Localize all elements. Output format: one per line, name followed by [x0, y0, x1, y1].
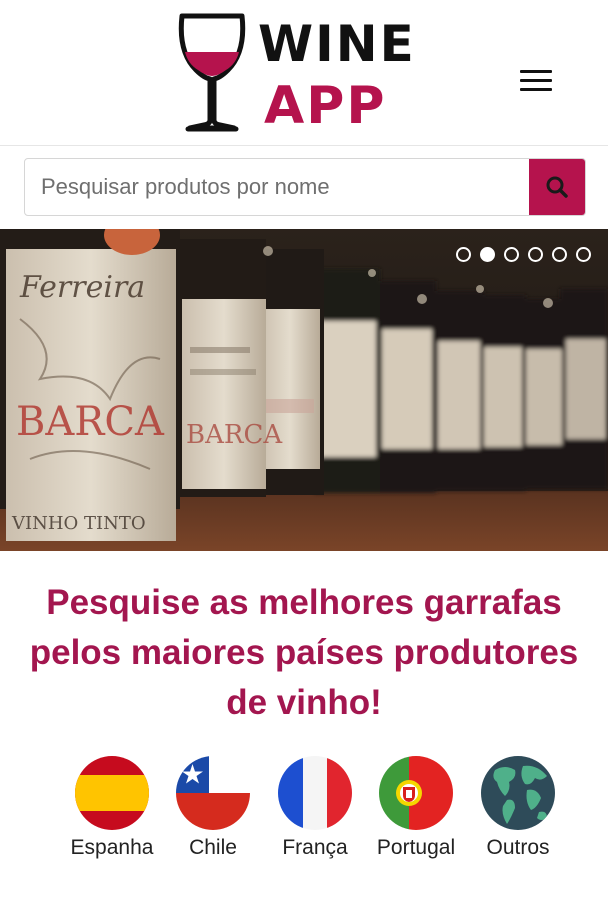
country-list: Espanha Chile França Portugal Outros [0, 756, 608, 866]
search-input[interactable] [25, 159, 530, 215]
country-item-outros[interactable]: Outros [469, 756, 567, 866]
hero-carousel[interactable]: BARCA Ferreira BARCA VINHO TINTO [0, 229, 608, 551]
wine-glass-icon [178, 13, 246, 132]
search-icon [546, 176, 568, 198]
svg-text:BARCA: BARCA [16, 399, 165, 445]
logo-app-text: APP [264, 76, 387, 136]
carousel-dot[interactable] [552, 247, 567, 262]
chile-flag-icon [176, 756, 250, 830]
wine-app-logo[interactable]: WINE APP [176, 12, 446, 136]
globe-icon [481, 756, 555, 830]
carousel-dot[interactable] [528, 247, 543, 262]
country-label: Espanha [70, 836, 154, 859]
svg-text:Ferreira: Ferreira [19, 270, 145, 305]
country-item-portugal[interactable]: Portugal [367, 756, 465, 866]
country-item-espanha[interactable]: Espanha [63, 756, 161, 866]
carousel-dot[interactable] [576, 247, 591, 262]
svg-text:BARCA: BARCA [186, 420, 283, 450]
country-label: Chile [189, 836, 237, 859]
country-label: Outros [486, 836, 550, 859]
spain-flag-icon [75, 756, 149, 830]
country-label: Portugal [376, 836, 456, 859]
logo-wine-text: WINE [258, 15, 416, 73]
page-headline: Pesquise as melhores garrafas pelos maio… [10, 578, 598, 728]
app-header: WINE APP [0, 0, 608, 146]
portugal-flag-icon [379, 756, 453, 830]
headline-line-2: pelos maiores países produtores [29, 633, 579, 672]
carousel-dot[interactable] [504, 247, 519, 262]
hamburger-menu-icon[interactable] [516, 66, 556, 96]
france-flag-icon [278, 756, 352, 830]
country-label: França [282, 836, 348, 859]
carousel-dot[interactable] [456, 247, 471, 262]
headline-line-1: Pesquise as melhores garrafas [46, 583, 562, 622]
headline-line-3: de vinho! [226, 683, 382, 722]
country-item-chile[interactable]: Chile [164, 756, 262, 866]
search-button[interactable] [529, 159, 585, 215]
carousel-pagination [456, 247, 594, 263]
search-bar [24, 158, 586, 216]
vintage-wine-bottles-photo: BARCA Ferreira BARCA VINHO TINTO [0, 229, 608, 551]
carousel-dot-active[interactable] [480, 247, 495, 262]
country-item-franca[interactable]: França [266, 756, 364, 866]
svg-text:VINHO TINTO: VINHO TINTO [11, 513, 146, 534]
